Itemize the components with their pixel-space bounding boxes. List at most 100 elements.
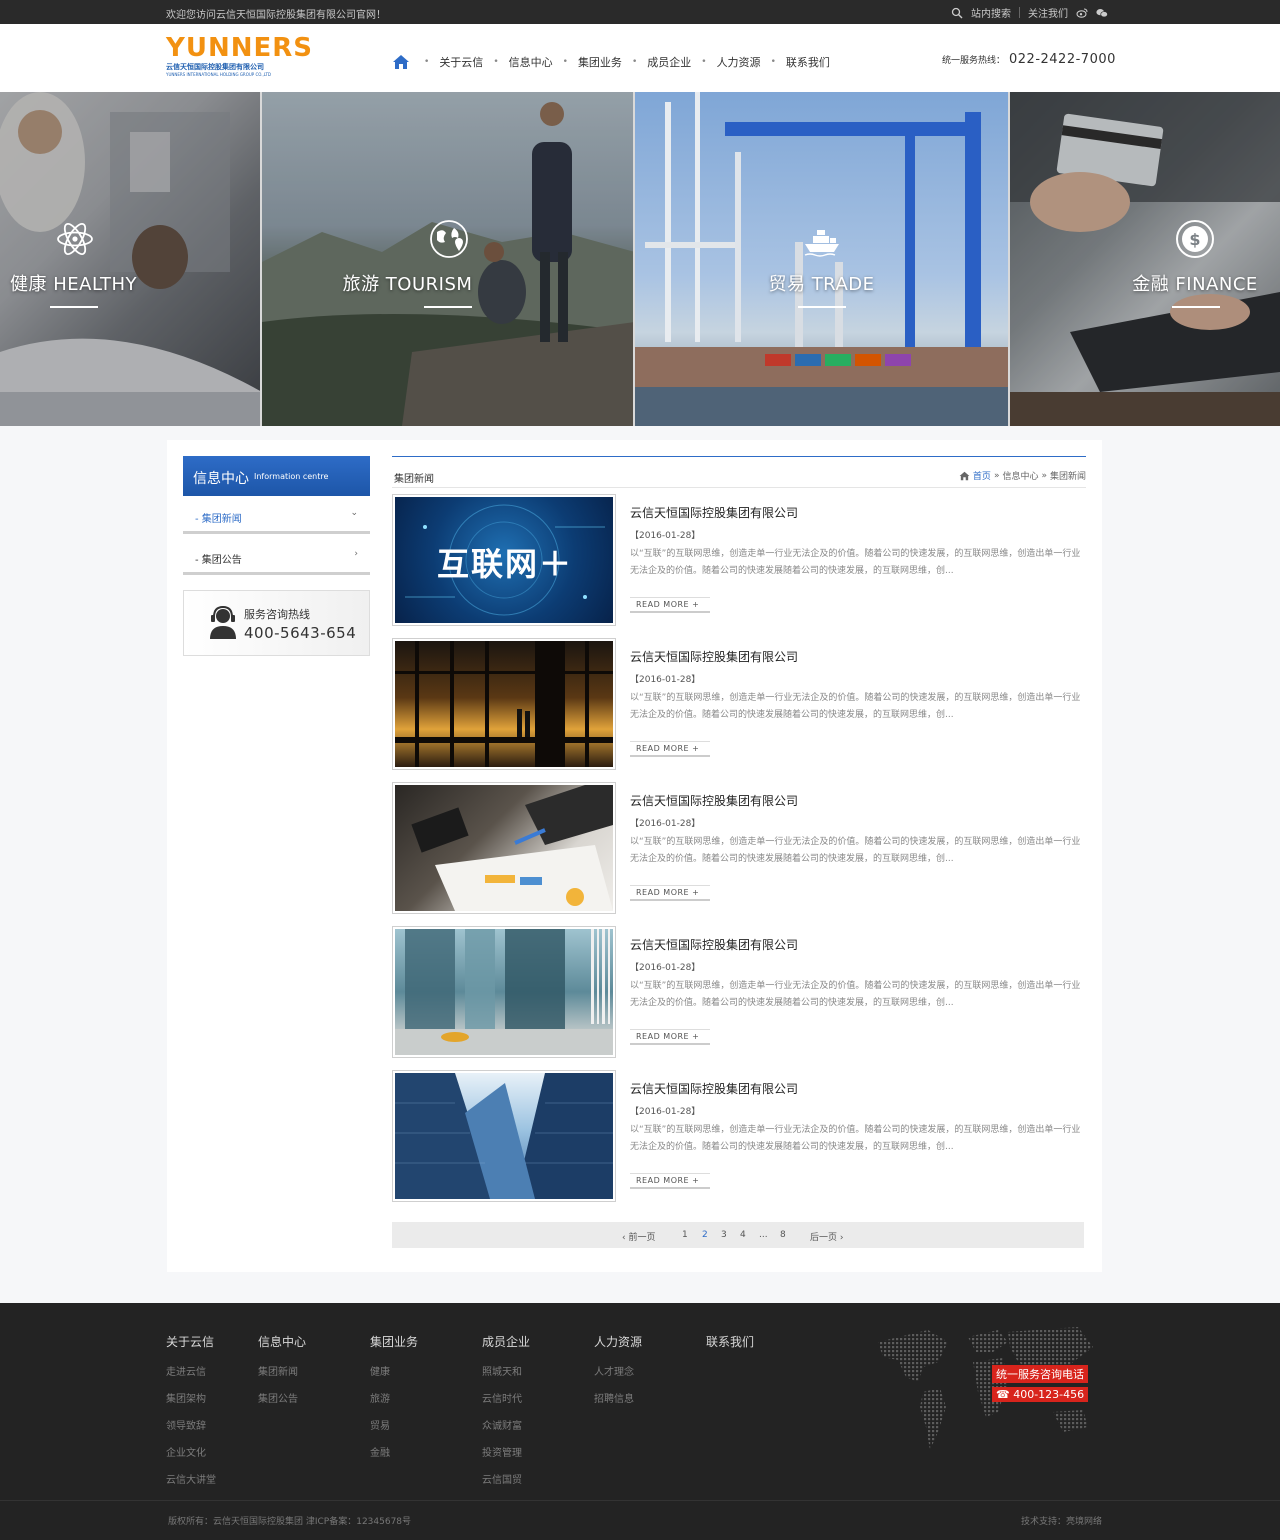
news-date: 【2016-01-28】 <box>630 819 701 829</box>
footer-column-title[interactable]: 集团业务 <box>370 1333 418 1350</box>
breadcrumb-home[interactable]: 首页 <box>973 469 991 482</box>
news-title[interactable]: 云信天恒国际控股集团有限公司 <box>630 936 798 953</box>
business-banner: 健康 HEALTHY 旅游 TOURISM 贸易 TRADE $ 金融 FINA… <box>0 92 1280 426</box>
footer-column-title[interactable]: 信息中心 <box>258 1333 306 1350</box>
banner-panel-trade[interactable]: 贸易 TRADE <box>635 92 1010 426</box>
chevron-right-icon: › <box>354 549 358 559</box>
breadcrumb-info-center[interactable]: 信息中心 <box>1002 469 1038 482</box>
footer-column-title[interactable]: 成员企业 <box>482 1333 530 1350</box>
thumbnail-caption: 互联网＋ <box>437 545 574 583</box>
news-title[interactable]: 云信天恒国际控股集团有限公司 <box>630 648 798 665</box>
news-summary: 以“互联”的互联网思维，创造走单一行业无法企及的价值。随着公司的快速发展，的互联… <box>630 1125 1081 1152</box>
footer-column-title[interactable]: 人力资源 <box>594 1333 642 1350</box>
banner-label-tourism: 旅游 TOURISM <box>342 274 473 295</box>
page-ellipsis: ... <box>759 1230 768 1240</box>
news-title[interactable]: 云信天恒国际控股集团有限公司 <box>630 1080 798 1097</box>
footer-hotline-badge: 统一服务咨询电话 ☎ 400-123-456 <box>992 1363 1102 1402</box>
nav-item-about[interactable]: 关于云信 <box>429 54 493 70</box>
news-thumbnail[interactable] <box>392 638 616 770</box>
footer-column-contact: 联系我们 <box>706 1333 754 1363</box>
footer-column-title[interactable]: 联系我们 <box>706 1333 754 1350</box>
breadcrumb-separator: » <box>993 470 1000 481</box>
footer-link[interactable]: 人才理念 <box>594 1363 642 1378</box>
page-link[interactable]: 3 <box>721 1230 727 1240</box>
footer-link[interactable]: 健康 <box>370 1363 418 1378</box>
dollar-icon: $ <box>1176 220 1214 258</box>
news-item: 互联网＋ 云信天恒国际控股集团有限公司 【2016-01-28】 以“互联”的互… <box>392 494 1086 626</box>
page-link[interactable]: 1 <box>682 1230 688 1240</box>
news-item: 云信天恒国际控股集团有限公司 【2016-01-28】 以“互联”的互联网思维，… <box>392 1070 1086 1202</box>
news-thumbnail[interactable] <box>392 782 616 914</box>
banner-underline <box>1172 306 1220 308</box>
weibo-icon[interactable] <box>1076 7 1088 19</box>
news-title[interactable]: 云信天恒国际控股集团有限公司 <box>630 792 798 809</box>
page-link[interactable]: 4 <box>740 1230 746 1240</box>
footer-link[interactable]: 云信大讲堂 <box>166 1471 216 1486</box>
nav-item-contact[interactable]: 联系我们 <box>776 54 840 70</box>
news-summary: 以“互联”的互联网思维，创造走单一行业无法企及的价值。随着公司的快速发展，的互联… <box>630 981 1081 1008</box>
footer-link[interactable]: 贸易 <box>370 1417 418 1432</box>
footer-link[interactable]: 集团新闻 <box>258 1363 306 1378</box>
news-thumbnail[interactable]: 互联网＋ <box>392 494 616 626</box>
banner-panel-healthy[interactable]: 健康 HEALTHY <box>0 92 262 426</box>
home-icon[interactable] <box>392 54 410 70</box>
footer-column-members: 成员企业 照城天和 云信时代 众诚财富 投资管理 云信国贸 <box>482 1333 530 1498</box>
banner-panel-finance[interactable]: $ 金融 FINANCE <box>1010 92 1280 426</box>
footer-link[interactable]: 招聘信息 <box>594 1390 642 1405</box>
read-more-button[interactable]: READ MORE + <box>630 741 710 757</box>
footer-link[interactable]: 众诚财富 <box>482 1417 530 1432</box>
nav-item-hr[interactable]: 人力资源 <box>707 54 771 70</box>
footer-column-hr: 人力资源 人才理念 招聘信息 <box>594 1333 642 1417</box>
footer-link[interactable]: 走进云信 <box>166 1363 216 1378</box>
footer-link[interactable]: 投资管理 <box>482 1444 530 1459</box>
footer-link[interactable]: 旅游 <box>370 1390 418 1405</box>
nav-item-business[interactable]: 集团业务 <box>568 54 632 70</box>
footer-link[interactable]: 领导致辞 <box>166 1417 216 1432</box>
banner-panel-tourism[interactable]: 旅游 TOURISM <box>262 92 635 426</box>
site-search-link[interactable]: 站内搜索 <box>971 5 1011 20</box>
footer-link[interactable]: 集团公告 <box>258 1390 306 1405</box>
logo-en-name: YUNNERS INTERNATIONAL HOLDING GROUP CO.,… <box>166 72 271 77</box>
sidebar-item-group-news[interactable]: - 集团新闻 ⌄ <box>183 498 370 534</box>
page-link-current[interactable]: 2 <box>702 1230 708 1240</box>
read-more-button[interactable]: READ MORE + <box>630 1029 710 1045</box>
prev-page-button[interactable]: ‹ 前一页 <box>622 1230 655 1243</box>
pagination: ‹ 前一页 1 2 3 4 ... 8 后一页 › <box>392 1222 1084 1248</box>
news-thumbnail[interactable] <box>392 1070 616 1202</box>
nav-item-members[interactable]: 成员企业 <box>637 54 701 70</box>
home-icon[interactable] <box>959 471 970 481</box>
footer-link[interactable]: 金融 <box>370 1444 418 1459</box>
svg-text:$: $ <box>1189 230 1200 249</box>
news-thumbnail[interactable] <box>392 926 616 1058</box>
breadcrumb-current: 集团新闻 <box>1049 472 1086 482</box>
read-more-button[interactable]: READ MORE + <box>630 597 710 613</box>
banner-underline <box>424 306 472 308</box>
follow-us-link[interactable]: 关注我们 <box>1028 5 1068 20</box>
footer-link[interactable]: 企业文化 <box>166 1444 216 1459</box>
news-item: 云信天恒国际控股集团有限公司 【2016-01-28】 以“互联”的互联网思维，… <box>392 926 1086 1058</box>
footer-link[interactable]: 云信国贸 <box>482 1471 530 1486</box>
footer-hotline-number: 400-123-456 <box>1013 1388 1085 1401</box>
search-icon[interactable] <box>951 7 963 19</box>
next-page-button[interactable]: 后一页 › <box>810 1230 843 1243</box>
wechat-icon[interactable] <box>1096 7 1108 19</box>
top-tools: 站内搜索 关注我们 <box>951 5 1108 20</box>
footer-link[interactable]: 集团架构 <box>166 1390 216 1405</box>
company-logo[interactable]: YUNNERS 云信天恒国际控股集团有限公司 YUNNERS INTERNATI… <box>166 34 312 82</box>
news-title[interactable]: 云信天恒国际控股集团有限公司 <box>630 504 798 521</box>
read-more-button[interactable]: READ MORE + <box>630 1173 710 1189</box>
footer-column-title[interactable]: 关于云信 <box>166 1333 216 1350</box>
news-summary: 以“互联”的互联网思维，创造走单一行业无法企及的价值。随着公司的快速发展，的互联… <box>630 549 1081 576</box>
news-summary: 以“互联”的互联网思维，创造走单一行业无法企及的价值。随着公司的快速发展，的互联… <box>630 693 1081 720</box>
page-link[interactable]: 8 <box>780 1230 786 1240</box>
sidebar-item-group-notice[interactable]: - 集团公告 › <box>183 539 370 575</box>
site-header: YUNNERS 云信天恒国际控股集团有限公司 YUNNERS INTERNATI… <box>0 24 1280 92</box>
footer-hotline-title: 统一服务咨询电话 <box>992 1365 1088 1383</box>
main-nav: • 关于云信 • 信息中心 • 集团业务 • 成员企业 • 人力资源 • 联系我… <box>392 54 840 70</box>
nav-item-info-center[interactable]: 信息中心 <box>499 54 563 70</box>
main-top-line <box>392 456 1086 457</box>
read-more-button[interactable]: READ MORE + <box>630 885 710 901</box>
footer-link[interactable]: 云信时代 <box>482 1390 530 1405</box>
banner-label-finance: 金融 FINANCE <box>1132 274 1258 295</box>
footer-link[interactable]: 照城天和 <box>482 1363 530 1378</box>
